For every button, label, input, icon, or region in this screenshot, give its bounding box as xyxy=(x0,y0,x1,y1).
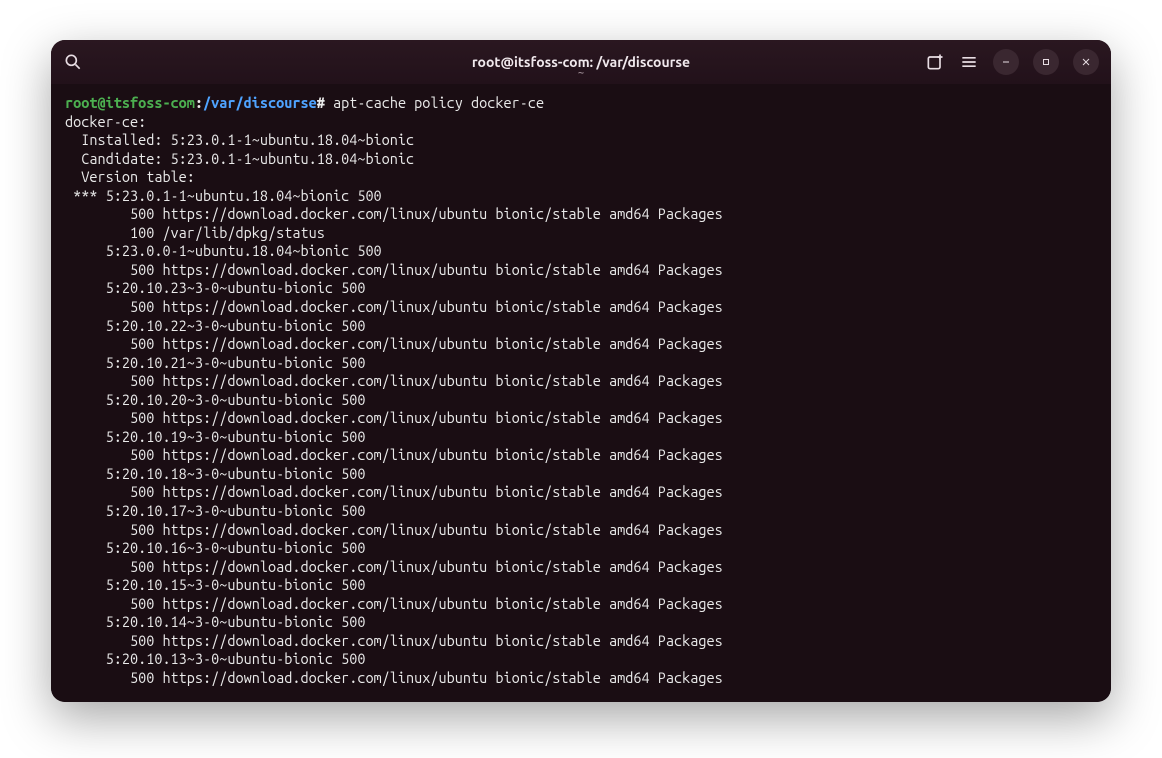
version-line: 5:20.10.22~3-0~ubuntu-bionic 500 xyxy=(65,317,1097,336)
version-source-line: 500 https://download.docker.com/linux/ub… xyxy=(65,595,1097,614)
output-line: *** 5:23.0.1-1~ubuntu.18.04~bionic 500 xyxy=(65,187,1097,206)
version-source-line: 500 https://download.docker.com/linux/ub… xyxy=(65,261,1097,280)
terminal-output-area[interactable]: root@itsfoss-com:/var/discourse# apt-cac… xyxy=(51,84,1111,702)
version-source-line: 500 https://download.docker.com/linux/ub… xyxy=(65,298,1097,317)
maximize-button[interactable] xyxy=(1033,49,1059,75)
hamburger-menu-icon[interactable] xyxy=(959,52,979,72)
output-line: docker-ce: xyxy=(65,113,1097,132)
close-button[interactable] xyxy=(1073,49,1099,75)
command-text: apt-cache policy docker-ce xyxy=(333,94,544,111)
version-line: 5:20.10.19~3-0~ubuntu-bionic 500 xyxy=(65,428,1097,447)
prompt-line: root@itsfoss-com:/var/discourse# apt-cac… xyxy=(65,94,1097,113)
version-line: 5:20.10.21~3-0~ubuntu-bionic 500 xyxy=(65,354,1097,373)
search-icon[interactable] xyxy=(63,52,83,72)
prompt-path: /var/discourse xyxy=(203,94,317,111)
version-line: 5:20.10.17~3-0~ubuntu-bionic 500 xyxy=(65,502,1097,521)
new-tab-icon[interactable] xyxy=(925,52,945,72)
version-source-line: 500 https://download.docker.com/linux/ub… xyxy=(65,372,1097,391)
version-line: 5:20.10.20~3-0~ubuntu-bionic 500 xyxy=(65,391,1097,410)
version-source-line: 500 https://download.docker.com/linux/ub… xyxy=(65,632,1097,651)
version-source-line: 500 https://download.docker.com/linux/ub… xyxy=(65,483,1097,502)
minimize-button[interactable] xyxy=(993,49,1019,75)
version-line: 5:20.10.13~3-0~ubuntu-bionic 500 xyxy=(65,650,1097,669)
output-line: 100 /var/lib/dpkg/status xyxy=(65,224,1097,243)
version-line: 5:20.10.16~3-0~ubuntu-bionic 500 xyxy=(65,539,1097,558)
prompt-user-host: root@itsfoss-com xyxy=(65,94,195,111)
version-source-line: 500 https://download.docker.com/linux/ub… xyxy=(65,409,1097,428)
output-line: Candidate: 5:23.0.1-1~ubuntu.18.04~bioni… xyxy=(65,150,1097,169)
version-source-line: 500 https://download.docker.com/linux/ub… xyxy=(65,669,1097,688)
output-line: 500 https://download.docker.com/linux/ub… xyxy=(65,205,1097,224)
version-source-line: 500 https://download.docker.com/linux/ub… xyxy=(65,335,1097,354)
version-source-line: 500 https://download.docker.com/linux/ub… xyxy=(65,446,1097,465)
version-line: 5:20.10.15~3-0~ubuntu-bionic 500 xyxy=(65,576,1097,595)
prompt-symbol: # xyxy=(317,94,325,111)
version-source-line: 500 https://download.docker.com/linux/ub… xyxy=(65,521,1097,540)
version-line: 5:20.10.18~3-0~ubuntu-bionic 500 xyxy=(65,465,1097,484)
output-line: Version table: xyxy=(65,168,1097,187)
version-source-line: 500 https://download.docker.com/linux/ub… xyxy=(65,558,1097,577)
version-line: 5:20.10.14~3-0~ubuntu-bionic 500 xyxy=(65,613,1097,632)
output-line: Installed: 5:23.0.1-1~ubuntu.18.04~bioni… xyxy=(65,131,1097,150)
version-line: 5:23.0.0-1~ubuntu.18.04~bionic 500 xyxy=(65,242,1097,261)
titlebar[interactable]: root@itsfoss-com: /var/discourse ~ xyxy=(51,40,1111,84)
version-line: 5:20.10.23~3-0~ubuntu-bionic 500 xyxy=(65,279,1097,298)
terminal-window: root@itsfoss-com: /var/discourse ~ root@… xyxy=(51,40,1111,702)
